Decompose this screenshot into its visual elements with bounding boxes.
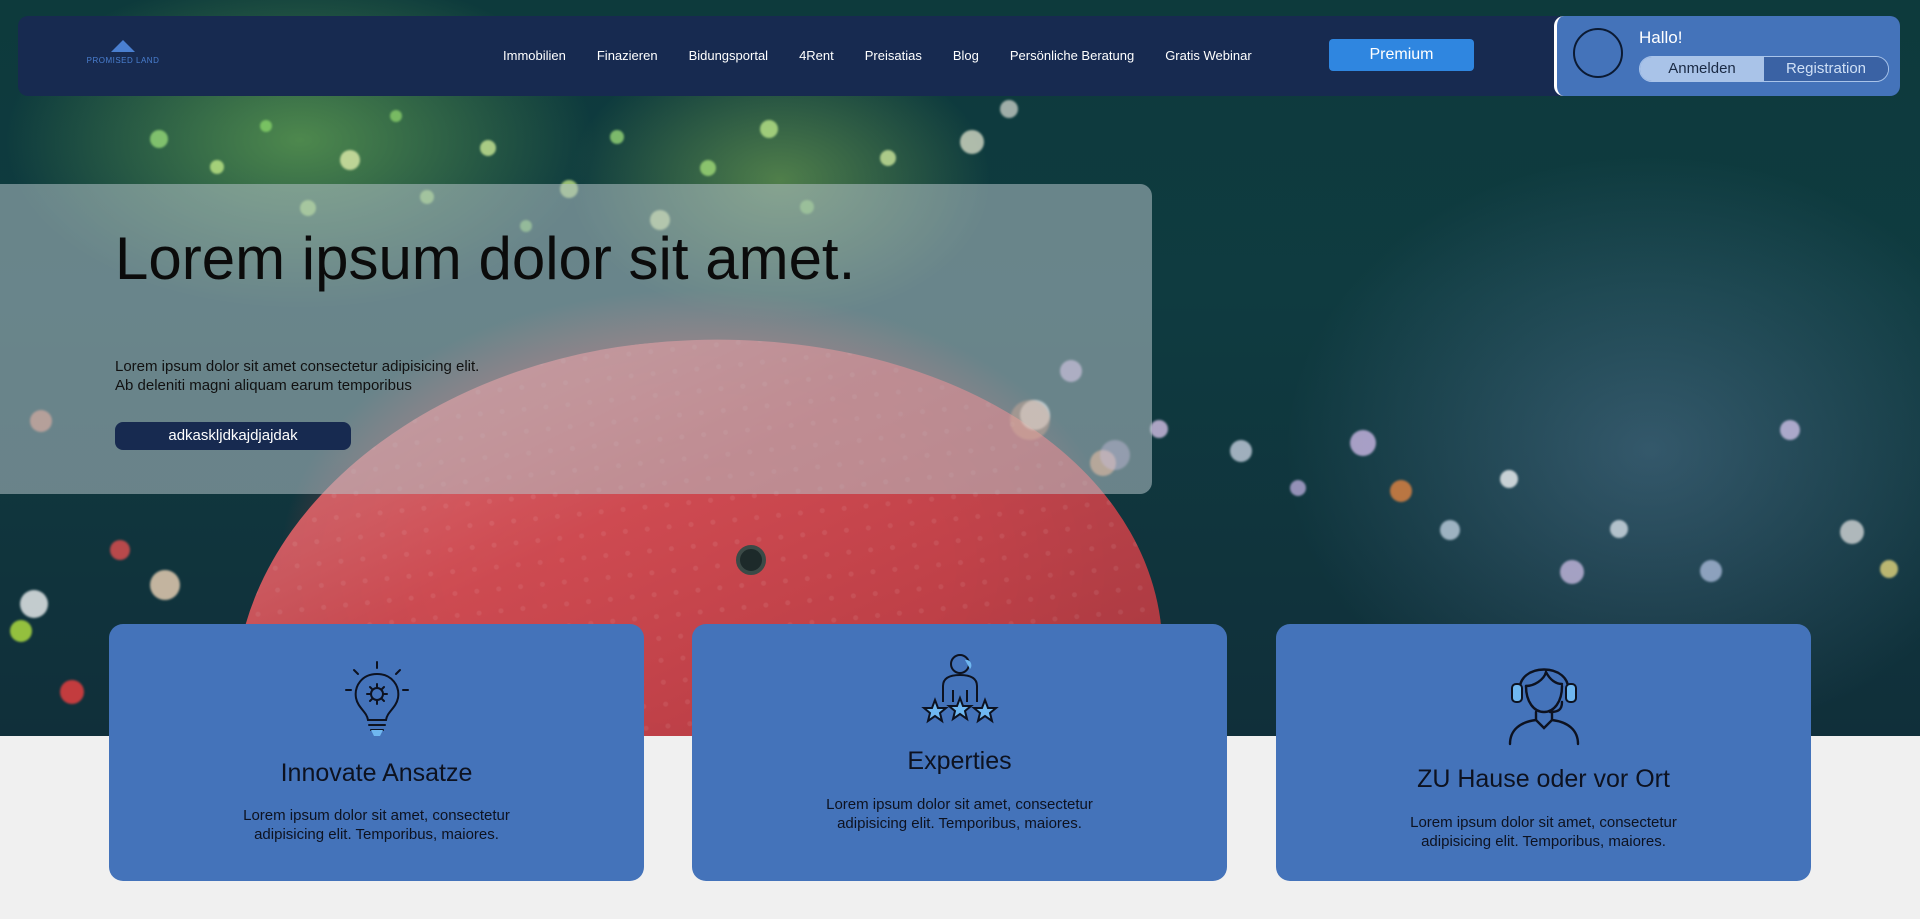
bokeh-light [1560, 560, 1584, 584]
bokeh-light [1230, 440, 1252, 462]
bokeh-light [390, 110, 402, 122]
nav-link-blog[interactable]: Blog [953, 48, 979, 63]
hero-title: Lorem ipsum dolor sit amet. [115, 225, 856, 292]
bokeh-light [210, 160, 224, 174]
bokeh-light [10, 620, 32, 642]
bokeh-light [700, 160, 716, 176]
feature-card-innovation: Innovate Ansatze Lorem ipsum dolor sit a… [109, 624, 644, 881]
feature-card-vor-ort: ZU Hause oder vor Ort Lorem ipsum dolor … [1276, 624, 1811, 881]
feature-text-vor-ort: Lorem ipsum dolor sit amet, consectetur … [1410, 814, 1677, 850]
bokeh-light [1440, 520, 1460, 540]
nav-links: Immobilien Finazieren Bidungsportal 4Ren… [503, 48, 1283, 63]
bokeh-light [1150, 420, 1168, 438]
bokeh-light [960, 130, 984, 154]
bokeh-light [340, 150, 360, 170]
nav-link-persoenliche-beratung[interactable]: Persönliche Beratung [1010, 48, 1134, 63]
bokeh-light [880, 150, 896, 166]
auth-toggle: Anmelden Registration [1639, 56, 1889, 82]
bokeh-light [110, 540, 130, 560]
hero-cta-button[interactable]: adkaskljdkajdjajdak [115, 422, 351, 450]
bokeh-light [1350, 430, 1376, 456]
hero-text: Lorem ipsum dolor sit amet consectetur a… [115, 357, 479, 395]
bokeh-light [150, 570, 180, 600]
lightbulb-gear-icon [344, 661, 409, 736]
premium-button[interactable]: Premium [1329, 39, 1474, 71]
bokeh-light [760, 120, 778, 138]
bokeh-light [1290, 480, 1306, 496]
bokeh-light [1500, 470, 1518, 488]
login-button[interactable]: Anmelden [1640, 57, 1764, 81]
bokeh-light [1390, 480, 1412, 502]
bokeh-light [1780, 420, 1800, 440]
nav-link-immobilien[interactable]: Immobilien [503, 48, 566, 63]
bokeh-light [20, 590, 48, 618]
nav-link-preisatias[interactable]: Preisatias [865, 48, 922, 63]
hero-card: Lorem ipsum dolor sit amet. Lorem ipsum … [0, 184, 1152, 494]
headset-support-icon [1508, 668, 1579, 746]
bokeh-light [1610, 520, 1628, 538]
hero-text-line-1: Lorem ipsum dolor sit amet consectetur a… [115, 358, 480, 375]
bokeh-light [1000, 100, 1018, 118]
hero-text-line-2: Ab deleniti magni aliquam earum temporib… [115, 377, 412, 394]
register-button[interactable]: Registration [1764, 57, 1888, 81]
feature-title-innovation: Innovate Ansatze [280, 759, 473, 787]
bokeh-light [610, 130, 624, 144]
feature-text-experties: Lorem ipsum dolor sit amet, consectetur … [826, 796, 1093, 832]
bokeh-light [1700, 560, 1722, 582]
bokeh-light [150, 130, 168, 148]
user-panel: Hallo! Anmelden Registration [1554, 16, 1900, 96]
bokeh-light [260, 120, 272, 132]
nav-link-bidungsportal[interactable]: Bidungsportal [689, 48, 769, 63]
feature-title-experties: Experties [907, 747, 1012, 775]
brand-logo[interactable]: PROMISED LAND [78, 40, 168, 80]
nav-link-4rent[interactable]: 4Rent [799, 48, 834, 63]
feature-card-experties: Experties Lorem ipsum dolor sit amet, co… [692, 624, 1227, 881]
umbrella-tip [736, 545, 766, 575]
logo-text: PROMISED LAND [86, 56, 160, 65]
feature-title-vor-ort: ZU Hause oder vor Ort [1417, 765, 1670, 793]
bokeh-light [1880, 560, 1898, 578]
nav-link-gratis-webinar[interactable]: Gratis Webinar [1165, 48, 1251, 63]
avatar[interactable] [1573, 28, 1623, 78]
house-logo-icon [111, 40, 135, 52]
expert-rating-icon [920, 654, 999, 724]
nav-link-finazieren[interactable]: Finazieren [597, 48, 658, 63]
bokeh-light [480, 140, 496, 156]
greeting-text: Hallo! [1639, 28, 1683, 47]
bokeh-light [60, 680, 84, 704]
bokeh-light [1840, 520, 1864, 544]
feature-text-innovation: Lorem ipsum dolor sit amet, consectetur … [243, 807, 510, 843]
